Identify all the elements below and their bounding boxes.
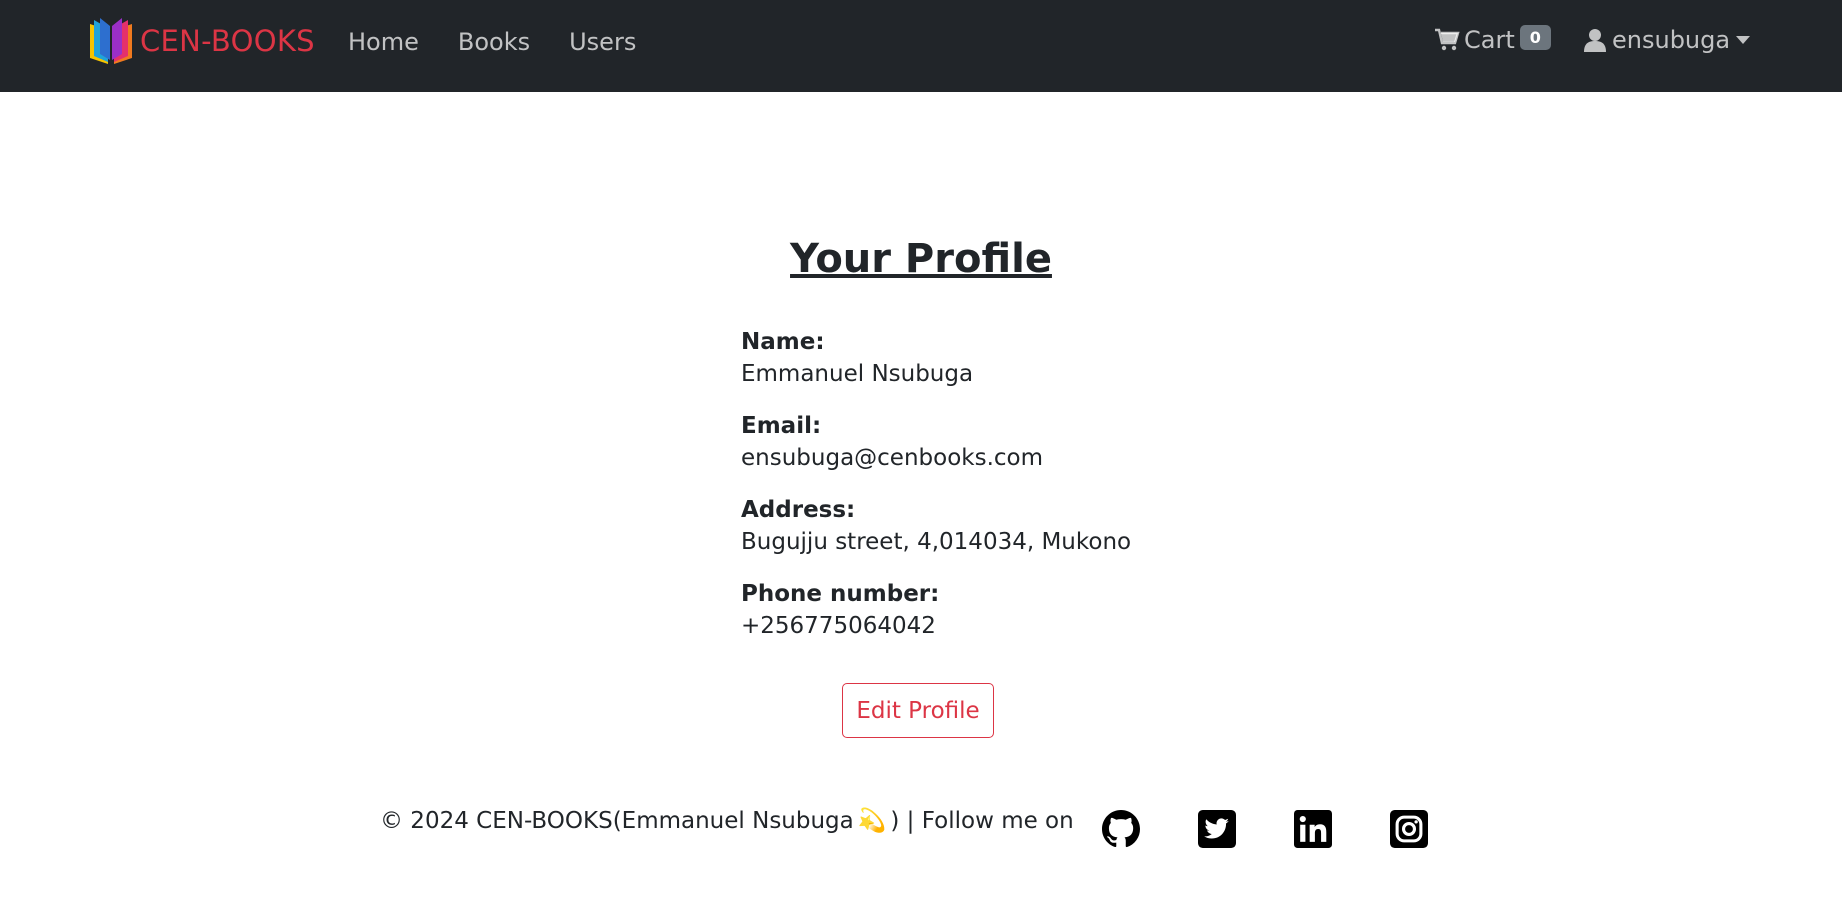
email-value: ensubuga@cenbooks.com <box>741 445 1044 471</box>
user-icon <box>1584 29 1606 52</box>
nav-links: Home Books Users <box>348 28 636 56</box>
cart-link[interactable]: Cart 0 <box>1434 24 1551 54</box>
instagram-link[interactable] <box>1390 810 1428 848</box>
twitter-link[interactable] <box>1198 810 1236 848</box>
github-icon <box>1102 810 1140 848</box>
address-label: Address: <box>741 497 856 523</box>
username-label: ensubuga <box>1612 26 1731 54</box>
email-label: Email: <box>741 413 822 439</box>
page-title: Your Profile <box>790 236 1052 282</box>
phone-value: +256775064042 <box>741 613 936 639</box>
nav-link-books[interactable]: Books <box>458 28 530 56</box>
follow-text: ) | Follow me on <box>890 807 1074 834</box>
github-link[interactable] <box>1102 810 1140 848</box>
copyright-text: © 2024 CEN-BOOKS(Emmanuel Nsubuga <box>380 807 854 834</box>
book-logo-icon <box>90 18 132 64</box>
nav-link-users[interactable]: Users <box>569 28 636 56</box>
user-dropdown[interactable]: ensubuga <box>1584 26 1751 54</box>
cart-label: Cart <box>1464 26 1515 54</box>
phone-label: Phone number: <box>741 581 940 607</box>
linkedin-icon <box>1294 810 1332 848</box>
sparkle-icon: 💫 <box>857 808 887 834</box>
chevron-down-icon <box>1736 36 1751 44</box>
brand-name: CEN-BOOKS <box>140 24 315 58</box>
instagram-icon <box>1390 810 1428 848</box>
twitter-icon <box>1198 810 1236 848</box>
name-value: Emmanuel Nsubuga <box>741 361 974 387</box>
cart-count-badge: 0 <box>1519 24 1551 50</box>
nav-link-home[interactable]: Home <box>348 28 419 56</box>
navbar: CEN-BOOKS Home Books Users Cart 0 ensubu… <box>0 0 1842 92</box>
cart-icon <box>1435 28 1460 51</box>
name-label: Name: <box>741 329 825 355</box>
footer-text: © 2024 CEN-BOOKS(Emmanuel Nsubuga 💫 ) | … <box>380 807 1074 835</box>
edit-profile-button[interactable]: Edit Profile <box>842 683 994 738</box>
brand-link[interactable]: CEN-BOOKS <box>86 16 315 66</box>
social-links <box>1102 810 1428 848</box>
linkedin-link[interactable] <box>1294 810 1332 848</box>
profile-details: Name: Emmanuel Nsubuga Email: ensubuga@c… <box>741 326 1241 662</box>
address-value: Bugujju street, 4,014034, Mukono <box>741 529 1132 555</box>
